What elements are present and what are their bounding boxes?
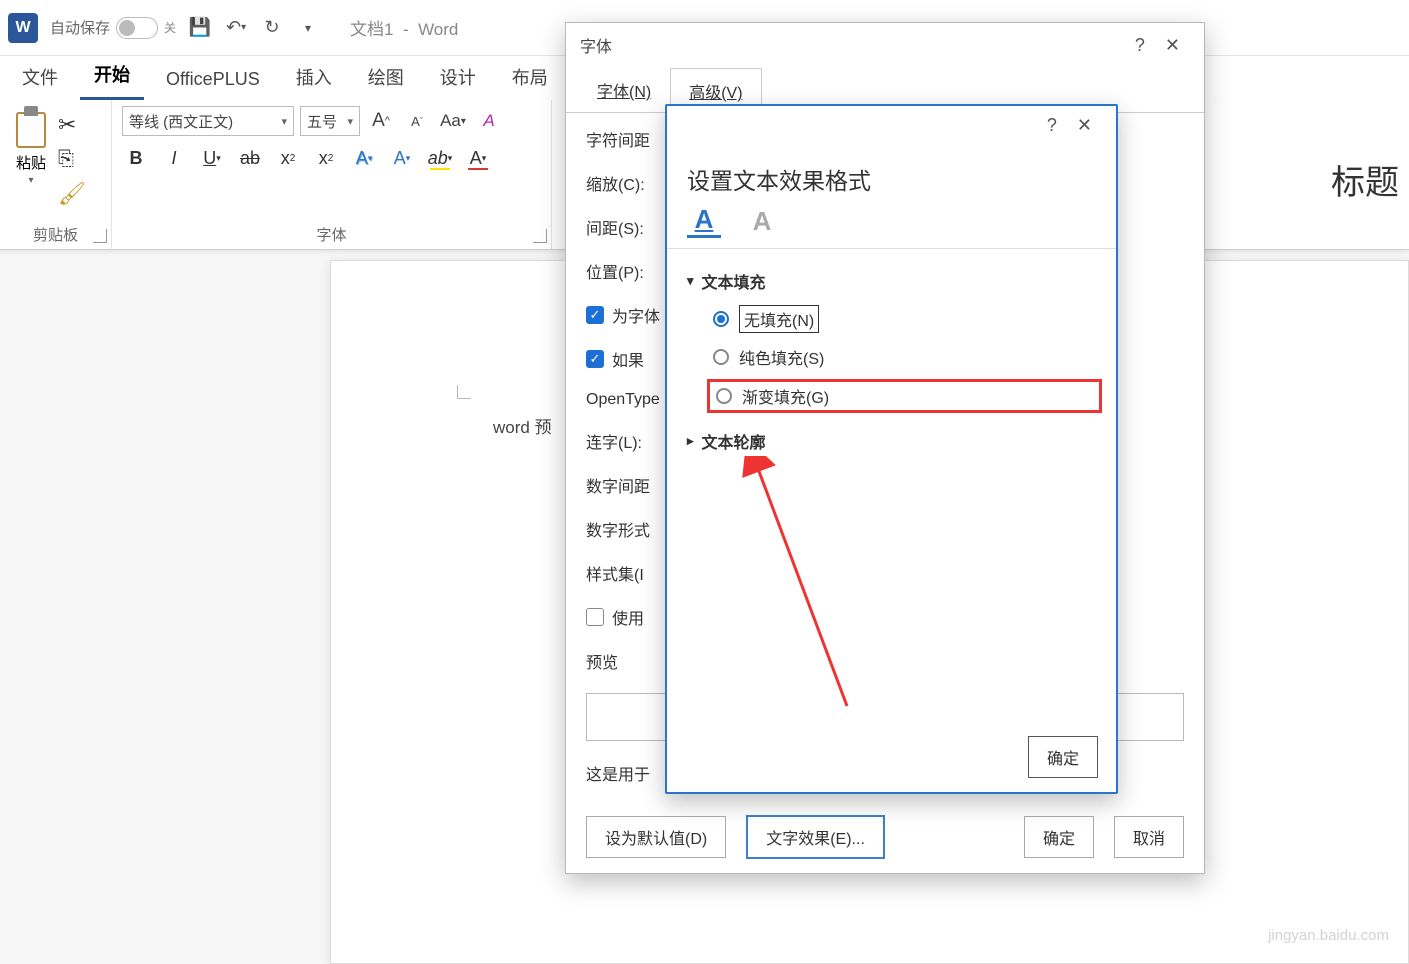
save-icon[interactable]: 💾 [188, 16, 212, 40]
superscript-button[interactable]: x2 [312, 144, 340, 172]
tab-officeplus[interactable]: OfficePLUS [152, 61, 274, 100]
text-fill-tab-icon[interactable]: A [687, 204, 721, 238]
grid-checkbox[interactable]: ✓ [586, 350, 604, 368]
help-icon[interactable]: ? [1125, 35, 1155, 56]
font-face-value: 等线 (西文正文) [129, 111, 233, 132]
paste-label[interactable]: 粘贴 [16, 152, 46, 173]
set-default-button[interactable]: 设为默认值(D) [586, 816, 726, 858]
cancel-button[interactable]: 取消 [1114, 816, 1184, 858]
radio-no-fill[interactable]: 无填充(N) [713, 305, 1096, 333]
scale-label: 缩放(C): [586, 171, 670, 195]
close-icon[interactable]: ✕ [1155, 35, 1190, 56]
font-dialog-titlebar: 字体 ? ✕ [566, 23, 1204, 67]
context-checkbox[interactable] [586, 608, 604, 626]
font-dialog-title: 字体 [580, 33, 612, 57]
highlight-button[interactable]: ab▾ [426, 144, 454, 172]
tab-layout[interactable]: 布局 [498, 56, 562, 100]
subscript-button[interactable]: x2 [274, 144, 302, 172]
font-color-button[interactable]: A▾ [464, 144, 492, 172]
title-style-preview: 标题 [1331, 155, 1399, 204]
strike-button[interactable]: ab [236, 144, 264, 172]
grow-font-icon[interactable]: A^ [366, 106, 396, 136]
change-case-icon[interactable]: Aa▾ [438, 106, 468, 136]
radio-gradient-fill[interactable]: 渐变填充(G) [707, 379, 1102, 413]
kerning-checkbox[interactable]: ✓ [586, 306, 604, 324]
kerning-label: 为字体 [612, 303, 660, 327]
qat-dropdown-icon[interactable]: ▾ [296, 16, 320, 40]
tab-font-basic[interactable]: 字体(N) [578, 67, 670, 112]
text-effect-button[interactable]: A▾ [350, 144, 378, 172]
clear-format-icon[interactable]: A [474, 106, 504, 136]
numspace-label: 数字间距 [586, 473, 670, 497]
group-clipboard: 粘贴 ▾ ✂ ⎘ 🖌 剪贴板 [0, 100, 112, 249]
text-effect-dialog: ? ✕ 设置文本效果格式 A A ▾ 文本填充 无填充(N) 纯色填充(S) 渐… [665, 104, 1118, 794]
gradient-fill-label: 渐变填充(G) [742, 384, 829, 408]
copy-icon[interactable]: ⎘ [58, 148, 86, 171]
ligature-label: 连字(L): [586, 429, 670, 453]
margin-corner-mark [457, 385, 471, 399]
fx-dialog-titlebar: ? ✕ [667, 106, 1116, 144]
radio-icon [713, 311, 729, 327]
context-label: 使用 [612, 605, 644, 629]
group-font: 等线 (西文正文)▾ 五号▾ A^ Aˇ Aa▾ A B I U▾ ab x2 … [112, 100, 552, 249]
ok-button[interactable]: 确定 [1028, 736, 1098, 778]
body-text: word 预 [493, 413, 552, 438]
ok-button[interactable]: 确定 [1024, 816, 1094, 858]
undo-icon[interactable]: ↶▾ [224, 16, 248, 40]
toggle-off-label: 关 [164, 19, 176, 36]
solid-fill-label: 纯色填充(S) [739, 345, 824, 369]
word-app-icon: W [8, 13, 38, 43]
underline-button[interactable]: U▾ [198, 144, 226, 172]
numform-label: 数字形式 [586, 517, 670, 541]
tab-insert[interactable]: 插入 [282, 56, 346, 100]
format-painter-icon[interactable]: 🖌 [58, 181, 86, 207]
tab-file[interactable]: 文件 [8, 56, 72, 100]
no-fill-label: 无填充(N) [739, 305, 819, 333]
tab-design[interactable]: 设计 [426, 56, 490, 100]
chevron-down-icon: ▾ [687, 273, 694, 289]
bold-button[interactable]: B [122, 144, 150, 172]
font-dialog-launcher[interactable] [533, 229, 547, 243]
font-size-value: 五号 [307, 111, 337, 132]
chevron-right-icon: ▸ [687, 433, 694, 449]
text-effect-button[interactable]: 文字效果(E)... [746, 815, 885, 859]
redo-icon[interactable]: ↻ [260, 16, 284, 40]
font-face-combo[interactable]: 等线 (西文正文)▾ [122, 106, 294, 136]
clipboard-dialog-launcher[interactable] [93, 229, 107, 243]
tab-draw[interactable]: 绘图 [354, 56, 418, 100]
font-group-label: 字体 [122, 222, 541, 245]
document-title: 文档1 - Word [350, 15, 458, 40]
styleset-label: 样式集(I [586, 561, 670, 585]
watermark-url: jingyan.baidu.com [1268, 927, 1389, 944]
help-icon[interactable]: ? [1037, 115, 1067, 136]
fx-dialog-title: 设置文本效果格式 [667, 144, 1116, 204]
text-fill-label: 文本填充 [702, 269, 766, 293]
grid-label: 如果 [612, 347, 644, 371]
paste-icon[interactable] [10, 106, 52, 150]
section-text-outline[interactable]: ▸ 文本轮廓 [687, 421, 1096, 461]
clipboard-group-label: 剪贴板 [10, 222, 101, 245]
toggle-switch[interactable] [116, 17, 158, 39]
radio-icon [713, 349, 729, 365]
autosave-label: 自动保存 [50, 17, 110, 38]
section-text-fill[interactable]: ▾ 文本填充 [687, 261, 1096, 301]
text-outline-tab-icon[interactable]: A [745, 204, 779, 238]
cut-icon[interactable]: ✂ [58, 112, 86, 138]
text-outline-label: 文本轮廓 [702, 429, 766, 453]
radio-solid-fill[interactable]: 纯色填充(S) [713, 345, 1096, 369]
tab-home[interactable]: 开始 [80, 53, 144, 100]
position-label: 位置(P): [586, 259, 670, 283]
radio-icon [716, 388, 732, 404]
shrink-font-icon[interactable]: Aˇ [402, 106, 432, 136]
watermark: Baidu 经验 [1249, 884, 1389, 924]
autosave-toggle[interactable]: 自动保存 关 [50, 17, 176, 39]
spacing-label: 间距(S): [586, 215, 670, 239]
font-size-combo[interactable]: 五号▾ [300, 106, 360, 136]
italic-button[interactable]: I [160, 144, 188, 172]
close-icon[interactable]: ✕ [1067, 115, 1102, 136]
annotation-arrow [737, 456, 857, 716]
text-effect-button-2[interactable]: A▾ [388, 144, 416, 172]
